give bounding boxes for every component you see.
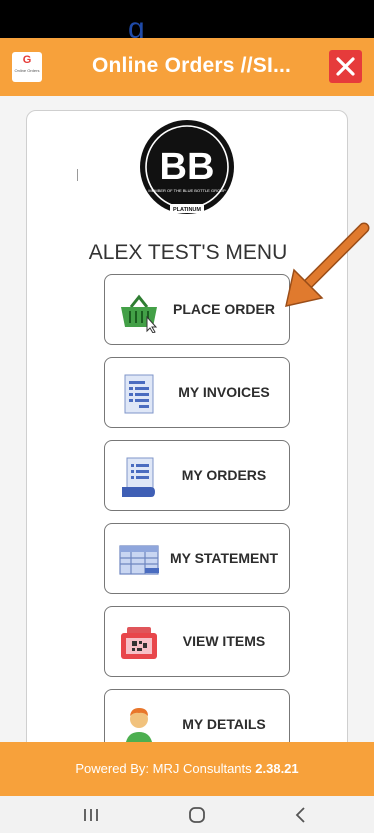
place-order-button[interactable]: PLACE ORDER (104, 274, 290, 345)
powered-by-text: Powered By: MRJ Consultants (75, 761, 252, 776)
place-order-label: PLACE ORDER (173, 301, 275, 317)
statement-icon (119, 545, 159, 575)
back-icon[interactable] (286, 804, 316, 826)
pointer-arrow-annotation (285, 222, 370, 307)
view-items-label: VIEW ITEMS (182, 633, 266, 649)
footer: Powered By: MRJ Consultants 2.38.21 (0, 742, 374, 796)
view-items-button[interactable]: VIEW ITEMS (104, 606, 290, 677)
divider-tick (77, 169, 78, 181)
close-icon (336, 57, 355, 76)
logo-tier: PLATINUM (173, 207, 201, 213)
status-bar-partial-text: g (128, 12, 145, 39)
basket-icon (121, 294, 158, 333)
version-text: 2.38.21 (255, 761, 299, 776)
my-invoices-label: MY INVOICES (178, 384, 270, 400)
my-orders-button[interactable]: MY ORDERS (104, 440, 290, 511)
scanner-icon (121, 627, 157, 659)
my-orders-label: MY ORDERS (181, 467, 267, 483)
brand-logo: BB MEMBER OF THE BLUE BOTTLE GROUP PLATI… (140, 120, 234, 214)
logo-monogram: BB (160, 146, 215, 188)
my-details-label: MY DETAILS (182, 716, 266, 732)
my-invoices-button[interactable]: MY INVOICES (104, 357, 290, 428)
my-statement-button[interactable]: MY STATEMENT (104, 523, 290, 594)
system-nav-bar (0, 796, 374, 833)
person-icon (126, 708, 152, 742)
orders-icon (122, 457, 155, 497)
app-title: Online Orders //SI... (92, 54, 292, 77)
app-header: G Online Orders Online Orders //SI... (0, 38, 374, 96)
app-logo-icon: G Online Orders (12, 52, 42, 82)
my-details-button[interactable]: MY DETAILS (104, 689, 290, 742)
menu-card: BB MEMBER OF THE BLUE BOTTLE GROUP PLATI… (26, 110, 348, 742)
main-content[interactable]: BB MEMBER OF THE BLUE BOTTLE GROUP PLATI… (0, 96, 374, 742)
my-statement-label: MY STATEMENT (169, 550, 279, 566)
logo-tagline: MEMBER OF THE BLUE BOTTLE GROUP (148, 188, 226, 193)
close-button[interactable] (329, 50, 362, 83)
invoice-icon (124, 374, 154, 414)
home-icon[interactable] (182, 804, 212, 826)
app-icon-caption: Online Orders (14, 68, 40, 73)
status-bar: g (0, 0, 374, 38)
recents-icon[interactable] (76, 804, 106, 826)
app-icon-letter: G (22, 54, 32, 66)
